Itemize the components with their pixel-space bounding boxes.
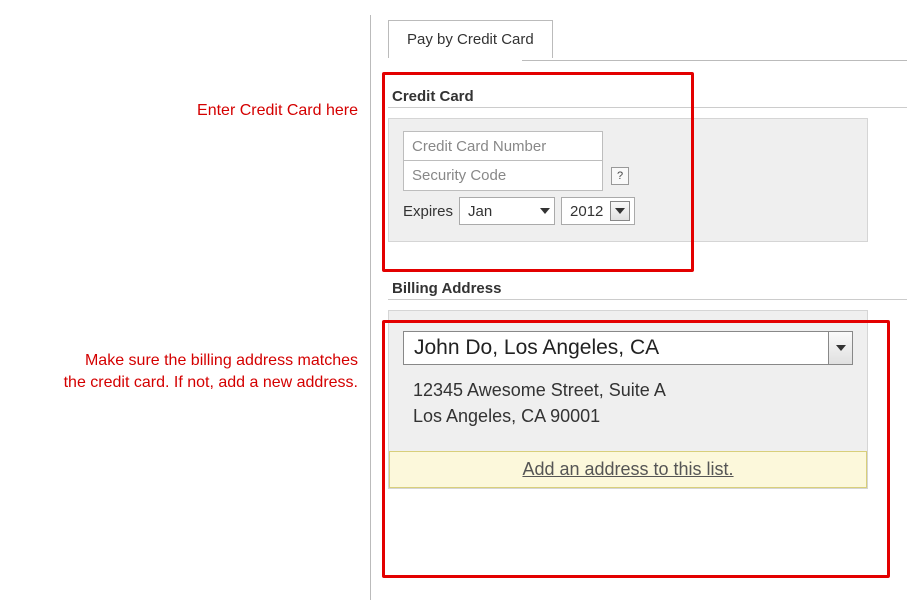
annotation-column: Enter Credit Card here Make sure the bil… <box>0 20 370 489</box>
chevron-down-icon <box>540 208 550 214</box>
billing-address-section: Billing Address John Do, Los Angeles, CA… <box>388 280 907 489</box>
tab-pay-by-credit-card[interactable]: Pay by Credit Card <box>388 20 553 58</box>
address-line-1: 12345 Awesome Street, Suite A <box>413 377 853 403</box>
credit-card-title: Credit Card <box>388 88 907 105</box>
expiry-year-value: 2012 <box>570 203 603 220</box>
security-code-help-icon[interactable]: ? <box>611 167 629 185</box>
chevron-down-icon <box>836 345 846 351</box>
credit-card-section: Credit Card ? Expires Jan 201 <box>388 88 907 242</box>
billing-address-select[interactable]: John Do, Los Angeles, CA <box>403 331 853 365</box>
credit-card-panel: ? Expires Jan 2012 <box>388 118 868 242</box>
annotation-billing: Make sure the billing address matches th… <box>64 350 358 393</box>
security-code-input[interactable] <box>403 161 603 191</box>
year-dropdown-button <box>610 201 630 221</box>
address-line-2: Los Angeles, CA 90001 <box>413 403 853 429</box>
billing-address-selected-value: John Do, Los Angeles, CA <box>404 336 659 360</box>
billing-address-title: Billing Address <box>388 280 907 297</box>
billing-address-panel: John Do, Los Angeles, CA 12345 Awesome S… <box>388 310 868 489</box>
expires-label: Expires <box>403 203 453 220</box>
add-address-bar: Add an address to this list. <box>389 451 867 488</box>
divider <box>388 299 907 300</box>
divider <box>388 107 907 108</box>
expiry-year-select[interactable]: 2012 <box>561 197 635 225</box>
chevron-down-icon <box>615 208 625 214</box>
billing-address-display: 12345 Awesome Street, Suite A Los Angele… <box>403 377 853 429</box>
main-panel: Pay by Credit Card Credit Card ? Expires… <box>370 20 907 489</box>
address-dropdown-button <box>828 332 852 364</box>
annotation-credit-card: Enter Credit Card here <box>197 100 358 122</box>
add-address-link[interactable]: Add an address to this list. <box>522 459 733 479</box>
credit-card-number-input[interactable] <box>403 131 603 161</box>
expiry-month-select[interactable]: Jan <box>459 197 555 225</box>
tab-underline <box>522 60 907 61</box>
expiry-month-value: Jan <box>468 203 492 220</box>
